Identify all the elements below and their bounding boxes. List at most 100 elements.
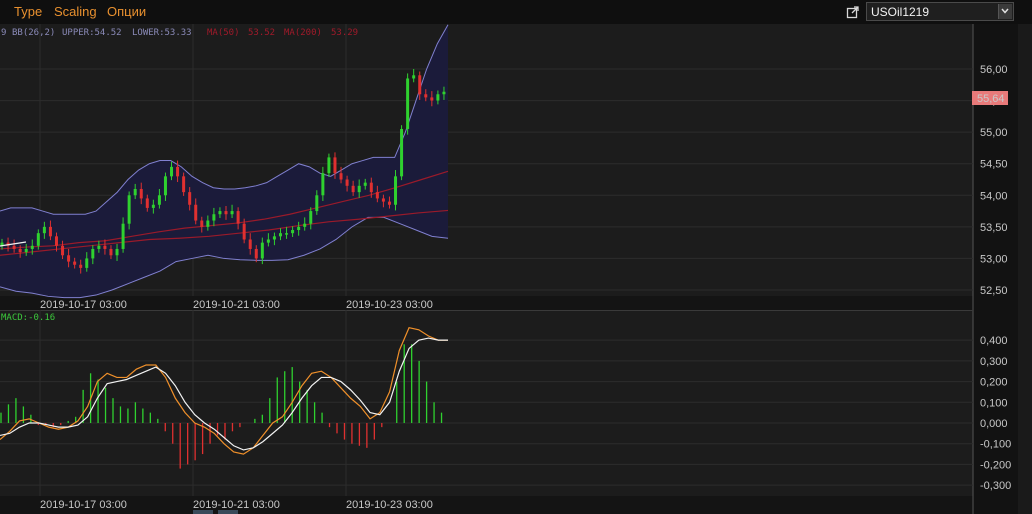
price-time-axis xyxy=(0,296,973,310)
candle-body xyxy=(170,166,174,177)
candle-body xyxy=(333,157,337,174)
candle-body xyxy=(42,226,46,234)
right-scrollbar[interactable] xyxy=(1018,24,1032,514)
candle-body xyxy=(394,176,398,205)
candle-body xyxy=(369,182,373,193)
macd-tick-label: -0,200 xyxy=(980,459,1011,471)
scroll-handle[interactable] xyxy=(218,510,238,514)
price-x-axis: 2019-10-17 03:00 2019-10-21 03:00 2019-10-… xyxy=(40,299,433,311)
macd-time-label: 2019-10-21 03:00 xyxy=(193,499,280,511)
price-time-label: 2019-10-17 03:00 xyxy=(40,299,127,311)
candle-body xyxy=(218,211,222,215)
candle-body xyxy=(400,128,404,177)
candle-body xyxy=(424,94,428,98)
candle-body xyxy=(242,223,246,240)
price-time-label: 2019-10-23 03:00 xyxy=(346,299,433,311)
candle-body xyxy=(351,185,355,193)
candle-body xyxy=(212,214,216,221)
chart-area: 9 BB(26,2) UPPER:54.52 LOWER:53.33 MA(50… xyxy=(0,24,1032,514)
candle-body xyxy=(375,192,379,199)
candle-body xyxy=(79,264,83,268)
candle-body xyxy=(442,91,446,95)
macd-x-axis: 2019-10-17 03:00 2019-10-21 03:00 2019-10-… xyxy=(40,499,433,511)
candle-body xyxy=(297,226,301,231)
macd-tick-label: 0,000 xyxy=(980,418,1008,430)
candle-body xyxy=(327,157,331,174)
candle-body xyxy=(12,245,16,249)
candle-body xyxy=(303,223,307,227)
candle-body xyxy=(206,220,210,227)
macd-tick-label: -0,100 xyxy=(980,439,1011,451)
indicator-cut-label: 9 xyxy=(1,28,6,38)
price-tick-label: 53,50 xyxy=(980,222,1008,234)
scroll-handle[interactable] xyxy=(193,510,213,514)
candle-body xyxy=(230,211,234,215)
macd-time-label: 2019-10-17 03:00 xyxy=(40,499,127,511)
macd-panel-bg xyxy=(0,310,973,496)
candle-body xyxy=(194,204,198,221)
candle-body xyxy=(285,233,289,235)
candle-body xyxy=(291,230,295,234)
price-tick-label: 52,50 xyxy=(980,285,1008,297)
candle-body xyxy=(115,248,119,256)
candle-body xyxy=(236,211,240,224)
candle-body xyxy=(91,248,95,259)
price-tick-label: 55,00 xyxy=(980,127,1008,139)
current-price-value: 55,64 xyxy=(977,93,1005,105)
candle-body xyxy=(54,236,58,246)
macd-time-axis xyxy=(0,496,973,514)
candle-body xyxy=(309,211,313,224)
candle-body xyxy=(412,75,416,79)
candle-body xyxy=(121,223,125,249)
ma50-label: MA(50) xyxy=(207,28,240,38)
candle-body xyxy=(224,211,228,215)
price-time-label: 2019-10-21 03:00 xyxy=(193,299,280,311)
candle-body xyxy=(248,239,252,249)
price-tick-label: 54,00 xyxy=(980,190,1008,202)
candle-body xyxy=(200,220,204,227)
macd-tick-label: 0,100 xyxy=(980,397,1008,409)
candle-body xyxy=(387,201,391,205)
candle-body xyxy=(272,236,276,240)
macd-tick-label: 0,300 xyxy=(980,356,1008,368)
price-tick-label: 53,00 xyxy=(980,253,1008,265)
candle-body xyxy=(163,176,167,196)
candle-body xyxy=(18,248,22,253)
macd-tick-label: 0,200 xyxy=(980,377,1008,389)
candle-body xyxy=(139,188,143,199)
candle-body xyxy=(176,166,180,177)
current-price-tag: 55,64 xyxy=(972,91,1008,105)
candle-body xyxy=(109,248,113,256)
candle-body xyxy=(151,204,155,208)
candle-body xyxy=(67,255,71,262)
price-tick-label: 56,00 xyxy=(980,64,1008,76)
candle-body xyxy=(266,239,270,243)
macd-time-label: 2019-10-23 03:00 xyxy=(346,499,433,511)
ma50-value: 53.52 xyxy=(248,28,275,38)
candle-body xyxy=(85,258,89,268)
bb-label: BB(26,2) xyxy=(12,28,55,38)
bb-upper-label: UPPER:54.52 xyxy=(62,28,122,38)
candle-body xyxy=(133,188,137,196)
candle-body xyxy=(48,226,52,237)
candle-body xyxy=(321,173,325,196)
candle-body xyxy=(278,233,282,237)
price-tick-label: 54,50 xyxy=(980,159,1008,171)
candle-body xyxy=(182,176,186,193)
bb-lower-label: LOWER:53.33 xyxy=(132,28,192,38)
candle-body xyxy=(315,195,319,212)
macd-label: MACD:-0.16 xyxy=(1,313,55,323)
macd-tick-label: 0,400 xyxy=(980,335,1008,347)
candle-body xyxy=(357,185,361,193)
candle-body xyxy=(363,182,367,186)
candle-body xyxy=(406,78,410,129)
candle-body xyxy=(24,248,28,253)
candle-body xyxy=(61,245,65,256)
candle-body xyxy=(97,245,101,249)
candle-body xyxy=(254,248,258,259)
candle-body xyxy=(339,173,343,180)
candle-body xyxy=(73,261,77,265)
candle-body xyxy=(418,75,422,95)
candle-body xyxy=(30,245,34,249)
macd-tick-label: -0,300 xyxy=(980,480,1011,492)
